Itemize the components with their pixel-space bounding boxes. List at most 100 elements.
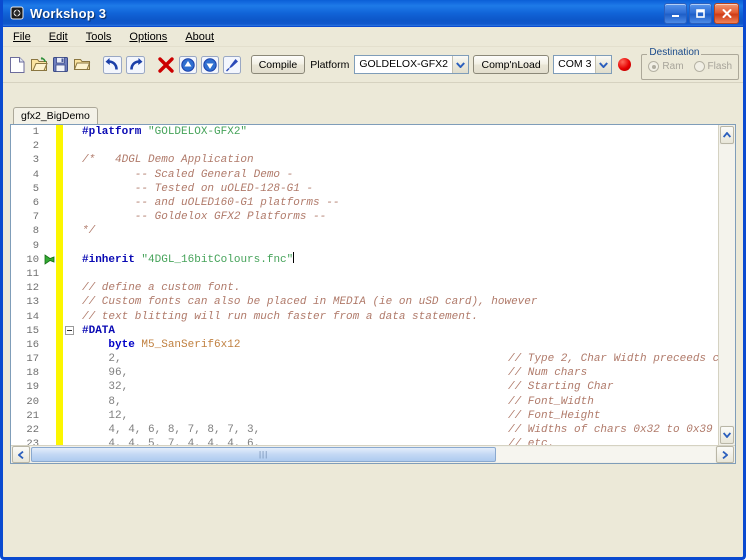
code-line[interactable]: 17 // Type 2, Char Width preceeds ch 2, bbox=[11, 352, 718, 367]
code-line[interactable]: 13 // Custom fonts can also be placed in … bbox=[11, 295, 718, 310]
line-number: 14 bbox=[26, 310, 39, 323]
close-button[interactable] bbox=[714, 2, 739, 24]
code-token: 32, bbox=[82, 381, 129, 394]
line-number: 19 bbox=[26, 381, 39, 394]
code-token: -- Tested on uOLED-128-G1 - bbox=[82, 182, 314, 195]
horizontal-scroll-track[interactable]: ||| bbox=[31, 447, 715, 462]
connection-status-led bbox=[618, 58, 632, 71]
breakpoint-marker-icon[interactable] bbox=[43, 254, 56, 266]
code-line-text: // Custom fonts can also be placed in ME… bbox=[76, 295, 718, 309]
code-line[interactable]: 9 bbox=[11, 238, 718, 253]
delete-icon[interactable] bbox=[156, 53, 176, 76]
code-line[interactable]: 4 -- Scaled General Demo - bbox=[11, 167, 718, 182]
open-folder-icon[interactable] bbox=[72, 53, 92, 76]
scroll-down-button[interactable] bbox=[720, 426, 734, 444]
vertical-scrollbar[interactable] bbox=[718, 125, 735, 445]
minimize-button[interactable] bbox=[664, 2, 687, 24]
platform-select[interactable]: GOLDELOX-GFX2 bbox=[354, 55, 470, 74]
new-file-icon[interactable] bbox=[8, 53, 27, 76]
tab-gfx2-bigdemo[interactable]: gfx2_BigDemo bbox=[13, 107, 98, 124]
modified-line-bar bbox=[56, 252, 63, 267]
code-token: 96, bbox=[82, 367, 129, 380]
code-line[interactable]: 14 // text blitting will run much faster … bbox=[11, 309, 718, 324]
code-line[interactable]: 11 bbox=[11, 266, 718, 282]
radio-destination-ram[interactable]: Ram bbox=[648, 61, 684, 72]
next-icon[interactable] bbox=[200, 53, 220, 76]
menu-item-options[interactable]: Options bbox=[127, 30, 169, 44]
chevron-down-icon[interactable] bbox=[452, 56, 469, 73]
redo-icon[interactable] bbox=[125, 53, 146, 76]
com-port-select[interactable]: COM 3 bbox=[553, 55, 613, 74]
code-line[interactable]: 23 // etc. 4, 4, 5, 7, 4, 4, 4, 6, bbox=[11, 437, 718, 445]
menu-item-file[interactable]: File bbox=[11, 30, 33, 44]
title-bar: Workshop 3 bbox=[3, 0, 743, 27]
code-line[interactable]: 7 -- Goldelox GFX2 Platforms -- bbox=[11, 210, 718, 225]
code-token: "4DGL_16bitColours.fnc" bbox=[141, 254, 294, 267]
comp-n-load-button[interactable]: Comp'nLoad bbox=[473, 55, 549, 74]
line-number: 15 bbox=[26, 324, 39, 337]
code-line[interactable]: 22 // Widths of chars 0x32 to 0x39 4, 4, … bbox=[11, 422, 718, 438]
code-line[interactable]: 18 // Num chars 96, bbox=[11, 366, 718, 381]
scroll-right-button[interactable] bbox=[716, 446, 734, 463]
save-file-icon[interactable] bbox=[51, 53, 70, 76]
modified-line-bar bbox=[56, 195, 63, 211]
chevron-down-icon[interactable] bbox=[595, 56, 612, 73]
compile-button[interactable]: Compile bbox=[250, 55, 306, 74]
code-line[interactable]: 12 // define a custom font. bbox=[11, 281, 718, 296]
code-line-text: 4, 4, 5, 7, 4, 4, 4, 6, bbox=[76, 437, 718, 445]
modified-line-bar bbox=[56, 167, 63, 182]
code-token: M5_SanSerif6x12 bbox=[141, 338, 241, 351]
modified-line-bar bbox=[56, 380, 63, 395]
code-line[interactable]: 10 #inherit "4DGL_16bitColours.fnc" bbox=[11, 252, 718, 267]
code-token: /* 4DGL Demo Application bbox=[82, 154, 254, 167]
code-token: 4, 4, 6, 8, 7, 8, 7, 3, bbox=[82, 424, 261, 437]
code-line[interactable]: 6 -- and uOLED160-G1 platforms -- bbox=[11, 195, 718, 211]
line-number: 22 bbox=[26, 424, 39, 437]
modified-line-bar bbox=[56, 153, 63, 168]
modified-line-bar bbox=[56, 238, 63, 253]
code-text-area[interactable]: 1 #platform "GOLDELOX-GFX2" 2 3 /* 4DGL Demo… bbox=[11, 125, 718, 445]
main-window: Workshop 3 File Edit Tools Options About bbox=[0, 0, 746, 560]
previous-icon[interactable] bbox=[178, 53, 198, 76]
code-line[interactable]: 1 #platform "GOLDELOX-GFX2" bbox=[11, 125, 718, 140]
code-token: // Custom fonts can also be placed in ME… bbox=[82, 296, 538, 309]
code-line[interactable]: 5 -- Tested on uOLED-128-G1 - bbox=[11, 181, 718, 196]
maximize-button[interactable] bbox=[689, 2, 712, 24]
code-line[interactable]: 3 /* 4DGL Demo Application bbox=[11, 153, 718, 168]
code-line[interactable]: 2 bbox=[11, 139, 718, 154]
text-caret bbox=[293, 252, 295, 264]
code-line[interactable]: 20 // Font_Width 8, bbox=[11, 394, 718, 409]
code-line-text: #DATA bbox=[76, 324, 718, 338]
undo-icon[interactable] bbox=[102, 53, 123, 76]
code-line[interactable]: 8 */ bbox=[11, 224, 718, 239]
horizontal-scroll-thumb[interactable]: ||| bbox=[31, 447, 497, 462]
code-token: 2, bbox=[82, 353, 122, 366]
radio-destination-flash[interactable]: Flash bbox=[693, 61, 732, 72]
menu-item-about[interactable]: About bbox=[183, 30, 216, 44]
code-line-text: /* 4DGL Demo Application bbox=[76, 153, 718, 167]
menu-item-edit[interactable]: Edit bbox=[47, 30, 70, 44]
code-token: "GOLDELOX-GFX2" bbox=[148, 126, 248, 139]
open-file-icon[interactable] bbox=[29, 53, 49, 76]
code-line[interactable]: 21 // Font_Height 12, bbox=[11, 408, 718, 423]
code-line[interactable]: 16 byte M5_SanSerif6x12 bbox=[11, 337, 718, 352]
horizontal-scrollbar[interactable]: ||| bbox=[11, 445, 735, 463]
code-line[interactable]: 15 #DATA bbox=[11, 323, 718, 338]
menu-item-tools[interactable]: Tools bbox=[84, 30, 114, 44]
code-line[interactable]: 19 // Starting Char 32, bbox=[11, 380, 718, 395]
code-inline-comment: // etc. bbox=[508, 438, 555, 445]
code-token: */ bbox=[82, 225, 96, 238]
scroll-thumb-grip: ||| bbox=[258, 450, 269, 459]
pin-icon[interactable] bbox=[222, 53, 242, 76]
scroll-up-button[interactable] bbox=[720, 126, 734, 144]
line-number: 8 bbox=[32, 225, 39, 238]
code-token: 8, bbox=[82, 395, 122, 408]
code-line-text: 8, bbox=[76, 395, 718, 409]
vertical-scroll-track[interactable] bbox=[719, 145, 735, 425]
line-number: 13 bbox=[26, 296, 39, 309]
scroll-left-button[interactable] bbox=[12, 446, 30, 463]
tab-strip: gfx2_BigDemo bbox=[6, 106, 740, 124]
fold-collapse-icon[interactable] bbox=[63, 326, 76, 336]
line-number: 4 bbox=[32, 168, 39, 181]
code-inline-comment: // Font_Height bbox=[508, 409, 601, 422]
